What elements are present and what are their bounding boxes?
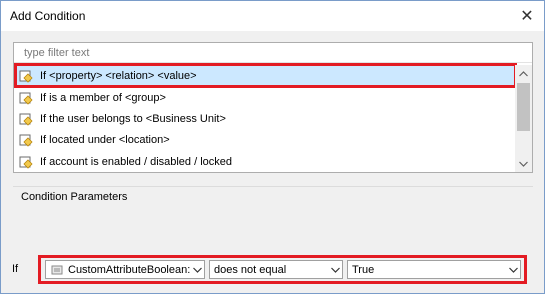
list-item-label: If account is enabled / disabled / locke… bbox=[40, 155, 233, 168]
list-scrollbar[interactable] bbox=[515, 65, 532, 172]
list-item-label: If located under <location> bbox=[40, 133, 170, 146]
condition-icon bbox=[18, 90, 34, 106]
chevron-down-icon bbox=[328, 261, 342, 278]
if-label: If bbox=[12, 263, 19, 275]
dialog-body: If <property> <relation> <value> If is a… bbox=[1, 31, 544, 293]
condition-icon bbox=[18, 111, 34, 127]
group-title: Condition Parameters bbox=[21, 191, 128, 203]
list-item-label: If is a member of <group> bbox=[40, 91, 166, 104]
condition-icon bbox=[18, 132, 34, 148]
property-select[interactable]: CustomAttributeBoolean: bbox=[45, 260, 205, 279]
value-select[interactable]: True bbox=[347, 260, 521, 279]
list-item[interactable]: If account is enabled / disabled / locke… bbox=[14, 151, 516, 172]
list-item[interactable]: If located under <location> bbox=[14, 129, 516, 150]
scroll-up-icon[interactable] bbox=[515, 65, 532, 82]
chevron-down-icon bbox=[190, 261, 204, 278]
chevron-down-icon bbox=[506, 261, 520, 278]
condition-icon bbox=[18, 68, 34, 84]
property-value: CustomAttributeBoolean: bbox=[68, 263, 190, 276]
filter-input[interactable] bbox=[14, 43, 532, 63]
list-item[interactable]: If <property> <relation> <value> bbox=[14, 65, 516, 86]
list-item-label: If the user belongs to <Business Unit> bbox=[40, 112, 226, 125]
dialog-title: Add Condition bbox=[10, 9, 86, 23]
relation-select[interactable]: does not equal bbox=[209, 260, 343, 279]
condition-icon bbox=[18, 154, 34, 170]
list-item[interactable]: If is a member of <group> bbox=[14, 87, 516, 108]
scroll-down-icon[interactable] bbox=[515, 155, 532, 172]
close-icon: ✕ bbox=[520, 8, 534, 25]
add-condition-dialog: Add Condition ✕ If <property> <relation>… bbox=[0, 0, 545, 294]
condition-list-panel: If <property> <relation> <value> If is a… bbox=[13, 42, 533, 173]
close-button[interactable]: ✕ bbox=[510, 1, 544, 31]
scroll-thumb[interactable] bbox=[517, 83, 530, 131]
title-bar: Add Condition ✕ bbox=[1, 1, 544, 31]
list-item-label: If <property> <relation> <value> bbox=[40, 69, 197, 82]
attribute-icon bbox=[51, 264, 63, 276]
condition-list: If <property> <relation> <value> If is a… bbox=[14, 65, 516, 173]
relation-value: does not equal bbox=[214, 263, 287, 276]
value-value: True bbox=[352, 263, 375, 276]
list-item[interactable]: If the user belongs to <Business Unit> bbox=[14, 108, 516, 129]
